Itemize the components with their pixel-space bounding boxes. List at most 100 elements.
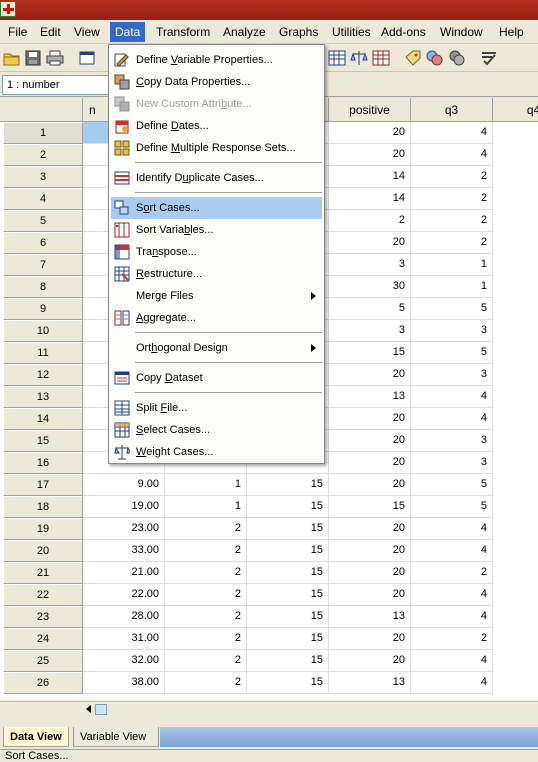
table-cell[interactable]: 15 bbox=[247, 496, 329, 518]
row-header[interactable]: 24 bbox=[3, 628, 83, 650]
scroll-thumb[interactable] bbox=[95, 704, 107, 715]
table-cell[interactable]: 1 bbox=[411, 276, 493, 298]
table-cell[interactable]: 15 bbox=[329, 496, 411, 518]
table-cell[interactable]: 20 bbox=[329, 122, 411, 144]
table-cell[interactable]: 13 bbox=[329, 606, 411, 628]
cell-reference-field[interactable]: 1 : number bbox=[2, 75, 109, 95]
row-header[interactable]: 21 bbox=[3, 562, 83, 584]
tab-data-view[interactable]: Data View bbox=[3, 727, 69, 747]
table-cell[interactable]: 4 bbox=[411, 650, 493, 672]
table-cell[interactable]: 15 bbox=[247, 474, 329, 496]
table-cell[interactable]: 3 bbox=[411, 364, 493, 386]
menu-item-copy-data-properties[interactable]: Copy Data Properties... bbox=[111, 71, 322, 93]
table-cell[interactable]: 5 bbox=[411, 496, 493, 518]
table-cell[interactable]: 4 bbox=[411, 672, 493, 694]
table-cell[interactable]: 5 bbox=[329, 298, 411, 320]
table-cell[interactable]: 28.00 bbox=[83, 606, 165, 628]
table-cell[interactable]: 31.00 bbox=[83, 628, 165, 650]
table-cell[interactable]: 5 bbox=[411, 342, 493, 364]
table-cell[interactable]: 5 bbox=[411, 474, 493, 496]
menu-window[interactable]: Window bbox=[435, 22, 488, 42]
open-folder-icon[interactable] bbox=[3, 49, 21, 67]
table-cell[interactable]: 2 bbox=[411, 188, 493, 210]
menu-help[interactable]: Help bbox=[494, 22, 529, 42]
menu-graphs[interactable]: Graphs bbox=[274, 22, 323, 42]
menu-edit[interactable]: Edit bbox=[35, 22, 66, 42]
table-cell[interactable]: 20 bbox=[329, 232, 411, 254]
row-header[interactable]: 6 bbox=[3, 232, 83, 254]
row-header[interactable]: 18 bbox=[3, 496, 83, 518]
table-cell[interactable]: 2 bbox=[411, 628, 493, 650]
row-header[interactable]: 3 bbox=[3, 166, 83, 188]
row-header[interactable]: 22 bbox=[3, 584, 83, 606]
row-header[interactable]: 13 bbox=[3, 386, 83, 408]
table-cell[interactable]: 20 bbox=[329, 562, 411, 584]
table-cell[interactable]: 4 bbox=[411, 606, 493, 628]
horizontal-scrollbar[interactable] bbox=[83, 701, 538, 717]
table-cell[interactable]: 20 bbox=[329, 518, 411, 540]
row-header[interactable]: 26 bbox=[3, 672, 83, 694]
row-header[interactable]: 1 bbox=[3, 122, 83, 144]
menu-item-sort-cases[interactable]: Sort Cases... bbox=[111, 197, 322, 219]
table-cell[interactable]: 20 bbox=[329, 144, 411, 166]
table-cell[interactable]: 2 bbox=[329, 210, 411, 232]
select-cases-toolbar-icon[interactable] bbox=[328, 49, 346, 67]
table-cell[interactable]: 1 bbox=[165, 496, 247, 518]
table-cell[interactable]: 2 bbox=[411, 210, 493, 232]
table-cell[interactable]: 3 bbox=[411, 430, 493, 452]
table-cell[interactable]: 2 bbox=[165, 562, 247, 584]
row-header[interactable]: 23 bbox=[3, 606, 83, 628]
menu-item-sort-variables[interactable]: Sort Variables... bbox=[111, 219, 322, 241]
table-cell[interactable]: 5 bbox=[411, 298, 493, 320]
menu-analyze[interactable]: Analyze bbox=[218, 22, 271, 42]
row-header[interactable]: 8 bbox=[3, 276, 83, 298]
table-cell[interactable]: 30 bbox=[329, 276, 411, 298]
table-cell[interactable]: 15 bbox=[247, 606, 329, 628]
row-header[interactable]: 5 bbox=[3, 210, 83, 232]
table-cell[interactable]: 2 bbox=[165, 584, 247, 606]
menu-addons[interactable]: Add-ons bbox=[376, 22, 431, 42]
table-cell[interactable]: 3 bbox=[411, 452, 493, 474]
row-header[interactable]: 25 bbox=[3, 650, 83, 672]
table-cell[interactable]: 20 bbox=[329, 364, 411, 386]
table-cell[interactable]: 20 bbox=[329, 628, 411, 650]
table-cell[interactable]: 20 bbox=[329, 452, 411, 474]
table-cell[interactable]: 33.00 bbox=[83, 540, 165, 562]
row-header[interactable]: 9 bbox=[3, 298, 83, 320]
menu-data[interactable]: Data bbox=[110, 22, 146, 42]
table-cell[interactable]: 38.00 bbox=[83, 672, 165, 694]
table-cell[interactable]: 15 bbox=[247, 650, 329, 672]
table-cell[interactable]: 22.00 bbox=[83, 584, 165, 606]
table-cell[interactable]: 3 bbox=[329, 320, 411, 342]
table-cell[interactable]: 2 bbox=[165, 540, 247, 562]
row-header[interactable]: 4 bbox=[3, 188, 83, 210]
table-cell[interactable]: 14 bbox=[329, 188, 411, 210]
table-cell[interactable]: 4 bbox=[411, 540, 493, 562]
row-header[interactable]: 15 bbox=[3, 430, 83, 452]
table-cell[interactable]: 4 bbox=[411, 408, 493, 430]
table-cell[interactable]: 2 bbox=[165, 650, 247, 672]
table-cell[interactable]: 20 bbox=[329, 584, 411, 606]
table-cell[interactable]: 2 bbox=[165, 606, 247, 628]
table-cell[interactable]: 2 bbox=[165, 672, 247, 694]
table-cell[interactable]: 13 bbox=[329, 672, 411, 694]
weight-cases-toolbar-icon[interactable] bbox=[350, 49, 368, 67]
row-header[interactable]: 20 bbox=[3, 540, 83, 562]
table-cell[interactable]: 2 bbox=[165, 518, 247, 540]
menu-item-identify-duplicate-cases[interactable]: Identify Duplicate Cases... bbox=[111, 167, 322, 189]
menu-file[interactable]: File bbox=[3, 22, 32, 42]
print-icon[interactable] bbox=[46, 49, 64, 67]
table-cell[interactable]: 20 bbox=[329, 540, 411, 562]
menu-item-restructure[interactable]: Restructure... bbox=[111, 263, 322, 285]
table-cell[interactable]: 21.00 bbox=[83, 562, 165, 584]
table-cell[interactable]: 2 bbox=[411, 232, 493, 254]
row-header[interactable]: 7 bbox=[3, 254, 83, 276]
menu-item-define-multiple-response-sets[interactable]: Define Multiple Response Sets... bbox=[111, 137, 322, 159]
menu-view[interactable]: View bbox=[69, 22, 105, 42]
menu-item-weight-cases[interactable]: Weight Cases... bbox=[111, 441, 322, 463]
row-header[interactable]: 11 bbox=[3, 342, 83, 364]
row-header[interactable]: 16 bbox=[3, 452, 83, 474]
column-header-positive[interactable]: positive bbox=[329, 98, 411, 122]
table-cell[interactable]: 4 bbox=[411, 122, 493, 144]
show-all-variables-icon[interactable] bbox=[448, 49, 466, 67]
